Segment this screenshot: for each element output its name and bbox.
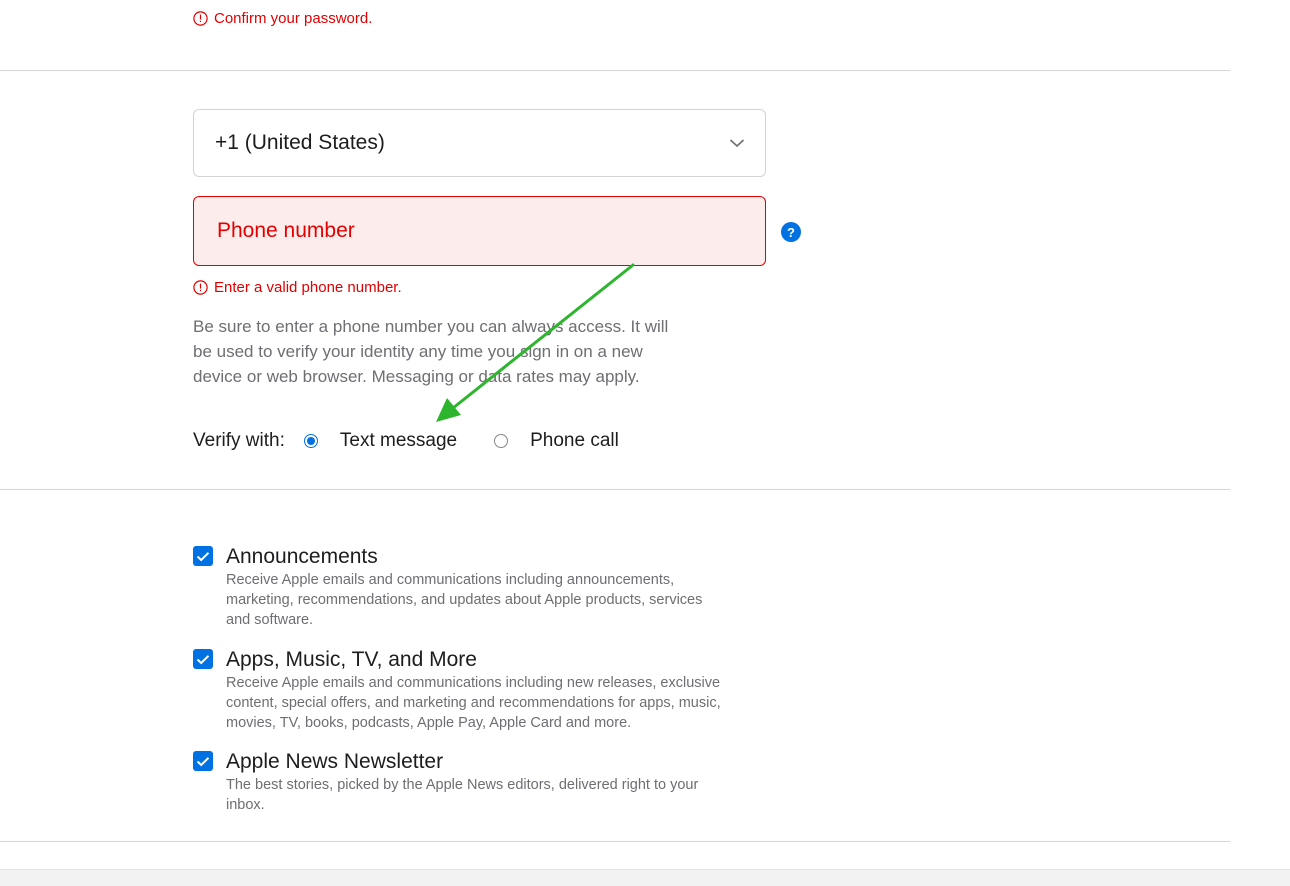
subscription-apps-music-tv: Apps, Music, TV, and More Receive Apple … <box>193 647 766 733</box>
phone-number-input[interactable] <box>215 218 744 244</box>
phone-number-field[interactable] <box>193 196 766 266</box>
phone-hint-line: device or web browser. Messaging or data… <box>193 367 640 386</box>
section-divider <box>0 70 1230 71</box>
phone-hint: Be sure to enter a phone number you can … <box>193 314 713 389</box>
question-icon[interactable]: ? <box>781 222 801 242</box>
description-line: The best stories, picked by the Apple Ne… <box>226 777 699 793</box>
subscription-apple-news: Apple News Newsletter The best stories, … <box>193 749 766 815</box>
phone-hint-line: Be sure to enter a phone number you can … <box>193 317 669 336</box>
announcements-description: Receive Apple emails and communications … <box>226 570 766 630</box>
phone-number-error: Enter a valid phone number. <box>193 279 402 296</box>
text-message-radio[interactable] <box>303 434 318 448</box>
checkmark-icon <box>196 551 210 561</box>
footer-bar <box>0 869 1290 886</box>
subscription-announcements: Announcements Receive Apple emails and c… <box>193 544 766 630</box>
checkmark-icon <box>196 756 210 766</box>
phone-call-radio[interactable] <box>494 434 509 448</box>
description-line: Receive Apple emails and communications … <box>226 572 675 588</box>
announcements-title[interactable]: Announcements <box>226 544 766 570</box>
phone-number-error-text: Enter a valid phone number. <box>214 279 402 296</box>
description-line: Receive Apple emails and communications … <box>226 675 721 691</box>
description-line: content, special offers, and marketing a… <box>226 695 721 711</box>
chevron-down-icon <box>729 138 745 148</box>
description-line: and software. <box>226 612 314 628</box>
confirm-password-error-text: Confirm your password. <box>214 10 373 27</box>
country-code-select[interactable]: +1 (United States) <box>193 109 766 177</box>
section-divider <box>0 489 1230 490</box>
apple-news-description: The best stories, picked by the Apple Ne… <box>226 775 766 815</box>
phone-call-label[interactable]: Phone call <box>530 430 619 452</box>
error-icon <box>193 11 208 26</box>
apple-news-title[interactable]: Apple News Newsletter <box>226 749 766 775</box>
confirm-password-error: Confirm your password. <box>193 10 372 27</box>
description-line: movies, TV, books, podcasts, Apple Pay, … <box>226 715 632 731</box>
text-message-label[interactable]: Text message <box>340 430 457 452</box>
checkmark-icon <box>196 654 210 664</box>
announcements-checkbox[interactable] <box>193 546 213 566</box>
section-divider <box>0 841 1230 842</box>
apps-music-tv-checkbox[interactable] <box>193 649 213 669</box>
verify-with-group: Verify with: Text message Phone call <box>193 428 619 454</box>
apps-music-tv-title[interactable]: Apps, Music, TV, and More <box>226 647 766 673</box>
description-line: marketing, recommendations, and updates … <box>226 592 703 608</box>
error-icon <box>193 280 208 295</box>
apple-news-checkbox[interactable] <box>193 751 213 771</box>
verify-with-label: Verify with: <box>193 430 285 451</box>
phone-hint-line: be used to verify your identity any time… <box>193 342 643 361</box>
country-code-value: +1 (United States) <box>215 131 385 154</box>
apps-music-tv-description: Receive Apple emails and communications … <box>226 673 766 733</box>
description-line: inbox. <box>226 797 265 813</box>
